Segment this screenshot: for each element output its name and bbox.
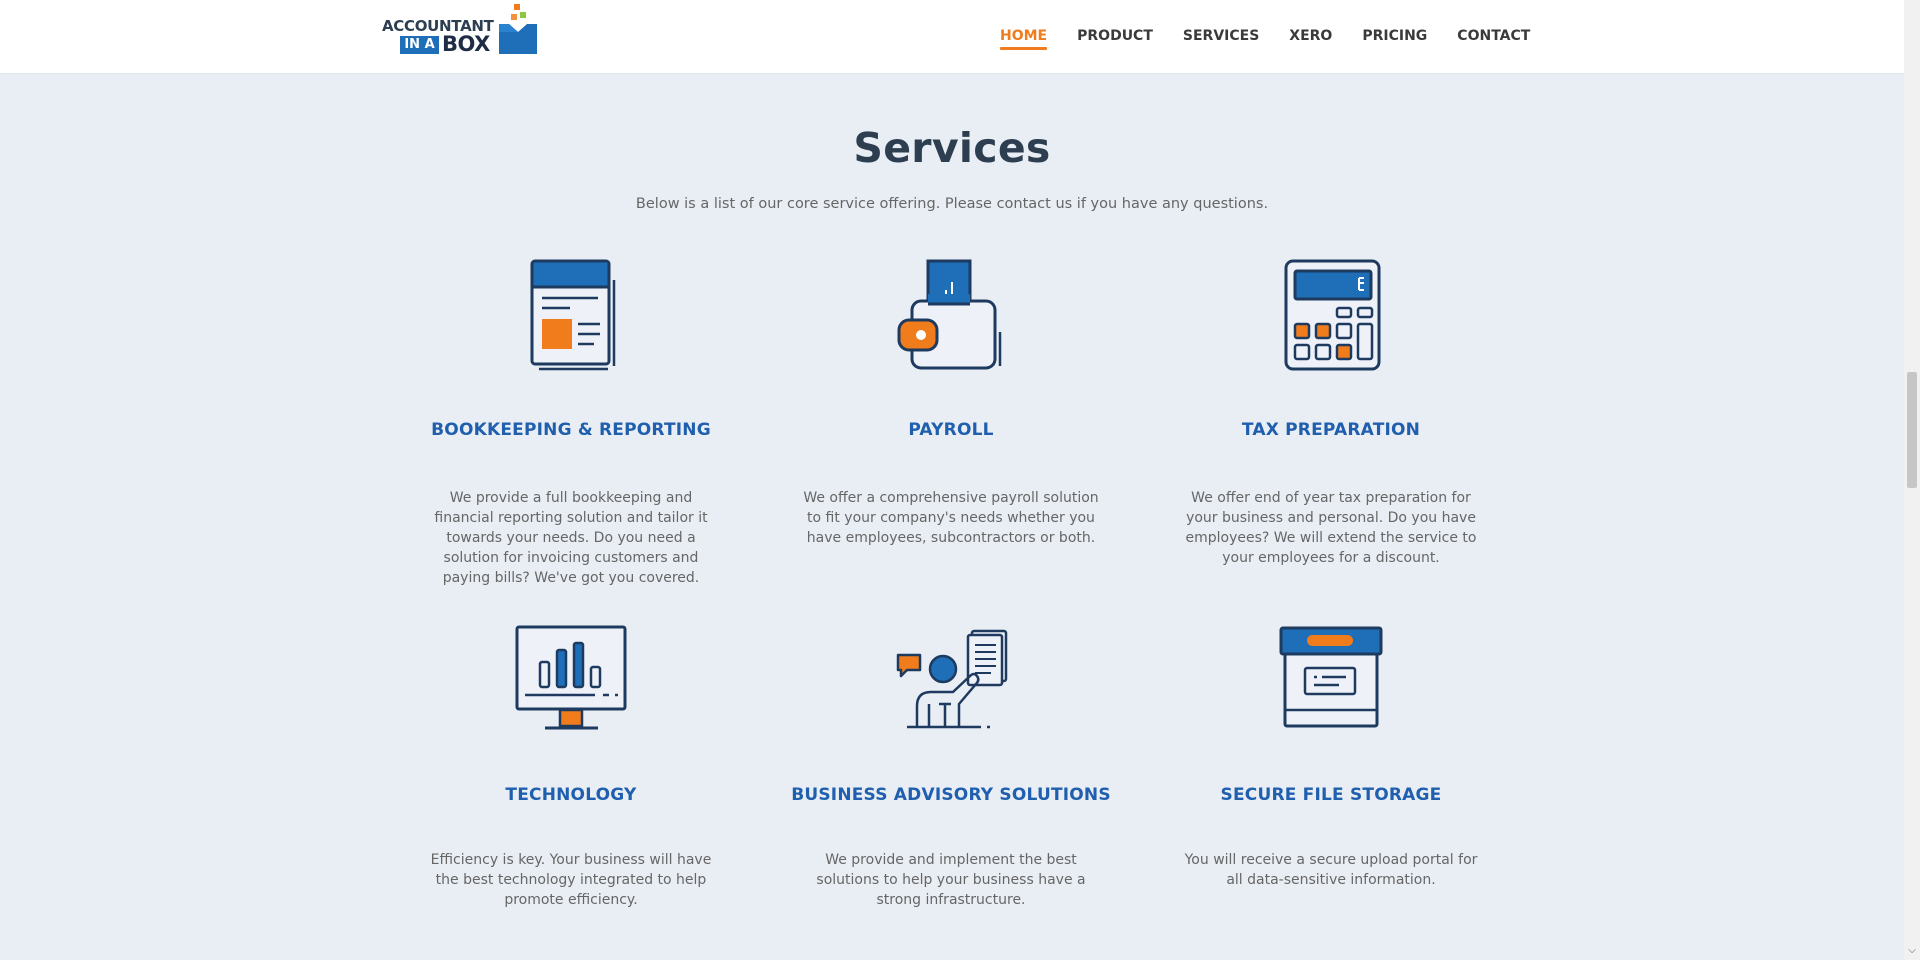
logo-text-box: BOX: [442, 32, 490, 56]
archive-box-icon: [1279, 626, 1383, 728]
page-title: Services: [853, 124, 1051, 172]
nav-services[interactable]: SERVICES: [1183, 28, 1259, 44]
monitor-chart-icon: [515, 625, 627, 730]
nav-pricing[interactable]: PRICING: [1362, 28, 1427, 44]
newspaper-icon: [530, 259, 616, 371]
nav-xero[interactable]: XERO: [1289, 28, 1332, 44]
page-scrollbar[interactable]: ⌵: [1904, 0, 1920, 960]
service-title: BOOKKEEPING & REPORTING: [431, 420, 711, 440]
site-header: ACCOUNTANT IN A BOX HOME PRODUCT SERVICE…: [0, 0, 1904, 73]
service-card-business-advisory: BUSINESS ADVISORY SOLUTIONS We provide a…: [781, 628, 1121, 908]
wallet-icon: [897, 259, 1002, 370]
nav-product[interactable]: PRODUCT: [1077, 28, 1153, 44]
service-title: TECHNOLOGY: [505, 785, 637, 805]
service-title: SECURE FILE STORAGE: [1220, 785, 1442, 805]
advisor-icon: [896, 629, 1008, 729]
nav-home[interactable]: HOME: [1000, 28, 1048, 50]
service-card-technology: TECHNOLOGY Efficiency is key. Your busin…: [401, 625, 741, 908]
logo-box-icon: [499, 4, 537, 54]
service-description: We offer a comprehensive payroll solutio…: [803, 490, 1099, 546]
site-logo[interactable]: ACCOUNTANT IN A BOX: [380, 2, 540, 58]
service-description: Efficiency is key. Your business will ha…: [430, 852, 712, 908]
main-nav: HOME PRODUCT SERVICES XERO PRICING CONTA…: [1000, 0, 1530, 73]
service-title: BUSINESS ADVISORY SOLUTIONS: [791, 785, 1111, 805]
scrollbar-thumb[interactable]: [1907, 372, 1917, 488]
service-card-bookkeeping: BOOKKEEPING & REPORTING We provide a ful…: [401, 258, 741, 586]
service-card-tax-preparation: TAX PREPARATION We offer end of year tax…: [1161, 258, 1501, 566]
nav-contact[interactable]: CONTACT: [1457, 28, 1530, 44]
page-subtitle: Below is a list of our core service offe…: [635, 196, 1269, 212]
service-description: You will receive a secure upload portal …: [1184, 852, 1478, 888]
service-description: We provide and implement the best soluti…: [816, 852, 1086, 908]
scroll-down-arrow-icon[interactable]: ⌵: [1907, 946, 1917, 956]
logo-badge-in-a: IN A: [400, 36, 439, 54]
service-card-secure-file-storage: SECURE FILE STORAGE You will receive a s…: [1161, 626, 1501, 888]
calculator-icon: [1284, 259, 1381, 371]
service-title: TAX PREPARATION: [1241, 420, 1421, 440]
service-card-payroll: PAYROLL We offer a comprehensive payroll…: [781, 258, 1121, 546]
service-title: PAYROLL: [908, 420, 994, 440]
service-description: We offer end of year tax preparation for…: [1185, 490, 1477, 566]
service-description: We provide a full bookkeeping and financ…: [434, 490, 708, 586]
